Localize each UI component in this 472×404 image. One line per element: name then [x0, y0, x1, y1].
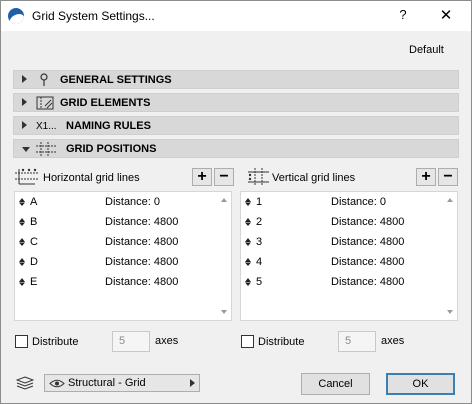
horizontal-axes-count-field[interactable]: 5: [112, 331, 150, 352]
section-grid-positions[interactable]: GRID POSITIONS: [13, 139, 459, 158]
remove-vertical-line-button[interactable]: −: [438, 168, 458, 186]
horizontal-distribute-checkbox[interactable]: [15, 335, 28, 348]
grid-line-name: A: [30, 196, 38, 208]
drag-handle-icon[interactable]: [18, 275, 26, 289]
grid-line-name: C: [30, 236, 38, 248]
expand-arrow-icon: [22, 121, 27, 129]
drag-handle-icon[interactable]: [244, 215, 252, 229]
vertical-distribute-checkbox[interactable]: [241, 335, 254, 348]
app-logo-icon: [8, 8, 24, 24]
grid-element-icon: [36, 96, 54, 110]
list-item[interactable]: D Distance: 4800: [15, 252, 215, 272]
section-naming-rules[interactable]: X1... NAMING RULES: [13, 116, 459, 135]
help-button[interactable]: ?: [391, 7, 415, 25]
scroll-up-arrow[interactable]: [221, 198, 227, 202]
grid-line-name: E: [30, 276, 38, 288]
expand-arrow-icon: [22, 98, 27, 106]
horizontal-grid-list[interactable]: A Distance: 0 B Distance: 4800 C Distanc…: [14, 191, 232, 321]
grid-line-distance[interactable]: Distance: 0: [331, 196, 386, 208]
vertical-axes-count-field[interactable]: 5: [338, 331, 376, 352]
grid-line-distance[interactable]: Distance: 4800: [105, 236, 178, 248]
section-general-settings[interactable]: GENERAL SETTINGS: [13, 70, 459, 89]
grid-line-name: 3: [256, 236, 263, 248]
window-title: Grid System Settings...: [32, 9, 155, 23]
list-item[interactable]: 4 Distance: 4800: [241, 252, 441, 272]
add-vertical-line-button[interactable]: +: [416, 168, 436, 186]
horizontal-axes-label: axes: [155, 335, 179, 347]
grid-line-distance[interactable]: Distance: 0: [105, 196, 160, 208]
grid-line-distance[interactable]: Distance: 4800: [105, 216, 178, 228]
close-button[interactable]: ✕: [431, 5, 461, 27]
section-label: GRID ELEMENTS: [60, 97, 151, 109]
grid-line-name: 2: [256, 216, 263, 228]
vertical-grid-title: Vertical grid lines: [272, 172, 356, 184]
list-item[interactable]: B Distance: 4800: [15, 212, 215, 232]
grid-line-distance[interactable]: Distance: 4800: [331, 236, 404, 248]
drag-handle-icon[interactable]: [244, 195, 252, 209]
grid-line-name: B: [30, 216, 38, 228]
drag-handle-icon[interactable]: [18, 195, 26, 209]
drag-handle-icon[interactable]: [244, 235, 252, 249]
grid-line-name: 4: [256, 256, 263, 268]
scroll-up-arrow[interactable]: [447, 198, 453, 202]
layers-icon: [15, 376, 35, 390]
horizontal-distribute-label: Distribute: [32, 336, 79, 348]
horizontal-grid-icon: [15, 168, 39, 186]
ok-button[interactable]: OK: [386, 373, 455, 395]
naming-icon: X1...: [36, 120, 57, 132]
grid-line-distance[interactable]: Distance: 4800: [105, 256, 178, 268]
horizontal-grid-title: Horizontal grid lines: [43, 172, 140, 184]
add-horizontal-line-button[interactable]: +: [192, 168, 212, 186]
expand-arrow-icon: [22, 75, 27, 83]
list-item[interactable]: A Distance: 0: [15, 192, 215, 212]
drag-handle-icon[interactable]: [18, 255, 26, 269]
list-item[interactable]: 1 Distance: 0: [241, 192, 441, 212]
grid-line-distance[interactable]: Distance: 4800: [331, 276, 404, 288]
scroll-down-arrow[interactable]: [221, 310, 227, 314]
grid-line-distance[interactable]: Distance: 4800: [105, 276, 178, 288]
list-item[interactable]: C Distance: 4800: [15, 232, 215, 252]
list-item[interactable]: E Distance: 4800: [15, 272, 215, 292]
title-bar: Grid System Settings... ? ✕: [1, 1, 471, 31]
grid-line-name: D: [30, 256, 38, 268]
section-label: GENERAL SETTINGS: [60, 74, 172, 86]
vertical-axes-label: axes: [381, 335, 405, 347]
remove-horizontal-line-button[interactable]: −: [214, 168, 234, 186]
drag-handle-icon[interactable]: [18, 235, 26, 249]
grid-line-distance[interactable]: Distance: 4800: [331, 216, 404, 228]
layer-dropdown-value: Structural - Grid: [68, 377, 146, 389]
grid-line-distance[interactable]: Distance: 4800: [331, 256, 404, 268]
section-label: GRID POSITIONS: [66, 143, 157, 155]
drag-handle-icon[interactable]: [18, 215, 26, 229]
grid-line-name: 5: [256, 276, 263, 288]
section-grid-elements[interactable]: GRID ELEMENTS: [13, 93, 459, 112]
pin-icon: [36, 73, 52, 87]
grid-positions-icon: [36, 142, 56, 156]
drag-handle-icon[interactable]: [244, 275, 252, 289]
list-item[interactable]: 2 Distance: 4800: [241, 212, 441, 232]
vertical-grid-list[interactable]: 1 Distance: 0 2 Distance: 4800 3 Distanc…: [240, 191, 458, 321]
scroll-down-arrow[interactable]: [447, 310, 453, 314]
eye-icon: [49, 378, 65, 392]
favorites-default-label[interactable]: Default: [409, 44, 444, 56]
grid-line-name: 1: [256, 196, 263, 208]
dropdown-arrow-icon: [190, 379, 195, 387]
list-item[interactable]: 5 Distance: 4800: [241, 272, 441, 292]
collapse-arrow-icon: [22, 147, 30, 152]
vertical-distribute-label: Distribute: [258, 336, 305, 348]
dialog-window: Grid System Settings... ? ✕ Default GENE…: [0, 0, 472, 404]
drag-handle-icon[interactable]: [244, 255, 252, 269]
layer-dropdown[interactable]: Structural - Grid: [44, 374, 200, 392]
cancel-button[interactable]: Cancel: [301, 373, 370, 395]
section-label: NAMING RULES: [66, 120, 151, 132]
list-item[interactable]: 3 Distance: 4800: [241, 232, 441, 252]
vertical-grid-icon: [247, 168, 269, 186]
